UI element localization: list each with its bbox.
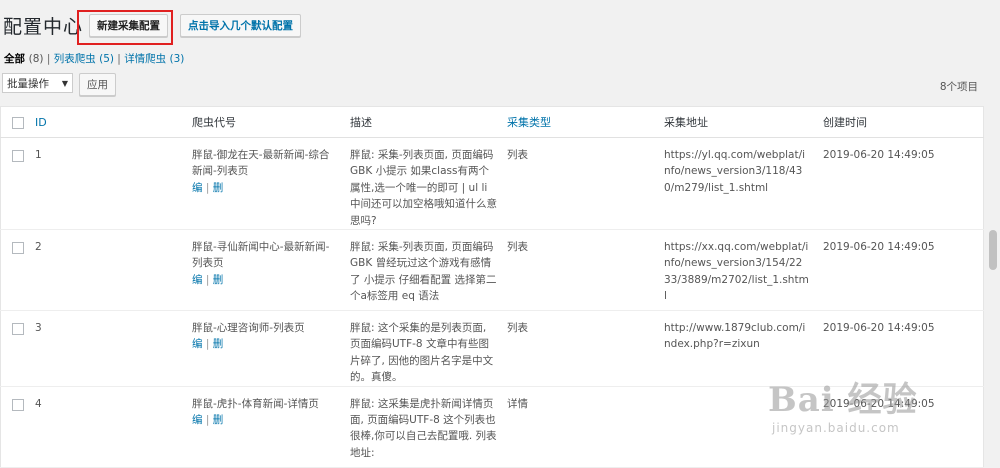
table-row: 4 胖鼠-虎扑-体育新闻-详情页 编 | 删 胖鼠: 这采集是虎扑新闻详情页面,… <box>0 386 984 468</box>
filter-list-crawler[interactable]: 列表爬虫 (5) <box>54 53 114 65</box>
column-desc: 描述 <box>350 106 507 138</box>
row-type: 列表 <box>507 149 528 161</box>
row-desc: 胖鼠: 这个采集的是列表页面, 页面编码UTF-8 文章中有些图片碎了, 因他的… <box>350 322 494 384</box>
row-id: 3 <box>35 322 42 335</box>
edit-link[interactable]: 编 <box>192 274 203 286</box>
row-created: 2019-06-20 14:49:05 <box>823 397 935 410</box>
column-created: 创建时间 <box>823 106 984 138</box>
row-checkbox[interactable] <box>12 242 24 255</box>
vertical-scrollbar[interactable] <box>984 0 1000 461</box>
row-code: 胖鼠-虎扑-体育新闻-详情页 <box>192 397 319 410</box>
import-default-configs-button[interactable]: 点击导入几个默认配置 <box>180 14 301 37</box>
filter-detail-crawler[interactable]: 详情爬虫 (3) <box>124 53 184 65</box>
row-created: 2019-06-20 14:49:05 <box>823 322 935 335</box>
row-type: 详情 <box>507 397 528 410</box>
column-url: 采集地址 <box>664 106 823 138</box>
table-row: 3 胖鼠-心理咨询师-列表页 编 | 删 胖鼠: 这个采集的是列表页面, 页面编… <box>0 310 984 387</box>
row-checkbox[interactable] <box>12 398 24 411</box>
row-url: https://yl.qq.com/webplat/info/news_vers… <box>664 149 806 194</box>
row-type: 列表 <box>507 322 528 335</box>
column-id[interactable]: ID <box>35 106 192 138</box>
row-url: http://www.1879club.com/index.php?r=zixu… <box>664 322 806 351</box>
row-created: 2019-06-20 14:49:05 <box>823 241 935 254</box>
row-desc: 胖鼠: 采集-列表页面, 页面编码GBK 小提示 如果class有两个属性,选一… <box>350 149 497 227</box>
row-actions: 编 | 删 <box>192 414 224 427</box>
row-url <box>664 387 809 396</box>
table-header-row: ID 爬虫代号 描述 采集类型 采集地址 创建时间 <box>0 106 984 138</box>
row-url: https://xx.qq.com/webplat/info/news_vers… <box>664 241 809 303</box>
row-id: 4 <box>35 397 42 410</box>
row-created: 2019-06-20 14:49:05 <box>823 149 935 161</box>
select-all-checkbox[interactable] <box>12 116 24 129</box>
row-actions: 编 | 删 <box>192 181 224 194</box>
row-desc: 胖鼠: 这采集是虎扑新闻详情页面, 页面编码UTF-8 这个列表也很棒,你可以自… <box>350 397 497 459</box>
scrollbar-thumb[interactable] <box>989 230 997 270</box>
row-code: 胖鼠-御龙在天-最新新闻-综合新闻-列表页 <box>192 149 330 178</box>
crawler-config-table: ID 爬虫代号 描述 采集类型 采集地址 创建时间 1 胖鼠-御龙在天-最新新闻… <box>0 106 984 468</box>
edit-link[interactable]: 编 <box>192 182 203 194</box>
page-header: 配置中心 <box>3 12 83 39</box>
column-type[interactable]: 采集类型 <box>507 106 664 138</box>
filter-all[interactable]: 全部 (8) <box>4 53 44 65</box>
select-all-cell <box>0 106 35 138</box>
item-count: 8个项目 <box>939 81 978 93</box>
edit-link[interactable]: 编 <box>192 414 203 426</box>
delete-link[interactable]: 删 <box>213 274 224 286</box>
delete-link[interactable]: 删 <box>213 338 224 350</box>
row-checkbox[interactable] <box>12 150 24 162</box>
edit-link[interactable]: 编 <box>192 338 203 350</box>
column-code: 爬虫代号 <box>192 106 350 138</box>
new-collection-config-button[interactable]: 新建采集配置 <box>89 14 168 37</box>
page-title: 配置中心 <box>3 16 84 38</box>
bulk-action-select[interactable]: 批量操作 ▼ <box>2 73 73 93</box>
row-code: 胖鼠-寻仙新闻中心-最新新闻-列表页 <box>192 241 330 270</box>
row-actions: 编 | 删 <box>192 273 224 286</box>
status-filter-links: 全部 (8) | 列表爬虫 (5) | 详情爬虫 (3) <box>4 53 185 65</box>
row-checkbox[interactable] <box>12 323 24 336</box>
table-row: 2 胖鼠-寻仙新闻中心-最新新闻-列表页 编 | 删 胖鼠: 采集-列表页面, … <box>0 229 984 312</box>
table-row: 1 胖鼠-御龙在天-最新新闻-综合新闻-列表页 编 | 删 胖鼠: 采集-列表页… <box>0 137 984 231</box>
delete-link[interactable]: 删 <box>213 182 224 194</box>
row-id: 2 <box>35 241 42 254</box>
row-desc: 胖鼠: 采集-列表页面, 页面编码GBK 曾经玩过这个游戏有感情了 小提示 仔细… <box>350 241 497 303</box>
apply-button[interactable]: 应用 <box>79 73 116 96</box>
delete-link[interactable]: 删 <box>213 414 224 426</box>
row-id: 1 <box>35 149 42 161</box>
row-actions: 编 | 删 <box>192 338 224 351</box>
row-type: 列表 <box>507 241 528 254</box>
dropdown-arrow-icon: ▼ <box>61 78 68 88</box>
bulk-action-value: 批量操作 <box>7 77 49 90</box>
row-code: 胖鼠-心理咨询师-列表页 <box>192 322 305 335</box>
